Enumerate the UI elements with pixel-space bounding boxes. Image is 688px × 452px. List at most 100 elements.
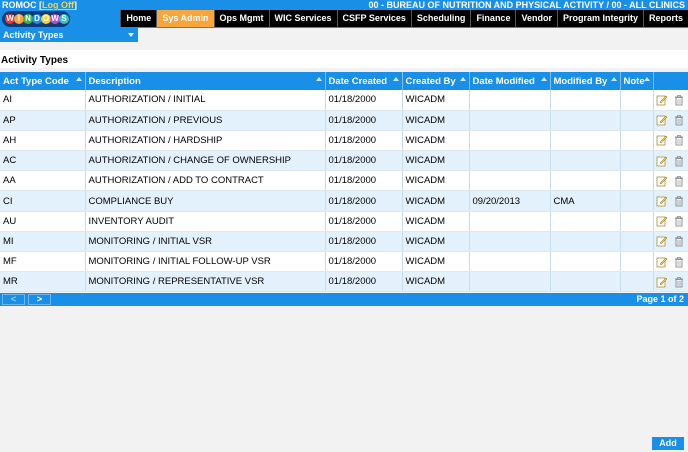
table-row[interactable]: AU INVENTORY AUDIT 01/18/2000 WICADM	[0, 211, 688, 232]
table-row[interactable]: CI COMPLIANCE BUY 01/18/2000 WICADM 09/20/20…	[0, 190, 688, 212]
header-line: ROMOC [Log Off] 00 - BUREAU OF NUTRITION…	[0, 0, 688, 10]
nav-program-integrity[interactable]: Program Integrity	[556, 10, 643, 27]
cell-date-modified	[469, 170, 551, 192]
cell-date-created: 01/18/2000	[325, 231, 403, 253]
table-row[interactable]: AP AUTHORIZATION / PREVIOUS 01/18/2000 WICA…	[0, 110, 688, 131]
trash-icon[interactable]	[673, 235, 685, 247]
nav-home[interactable]: Home	[120, 10, 156, 27]
cell-note	[620, 90, 654, 111]
cell-note	[620, 110, 654, 131]
cell-date-created: 01/18/2000	[325, 90, 403, 111]
cell-created-by: WICADM	[402, 190, 470, 212]
trash-icon[interactable]	[673, 276, 685, 288]
prev-page-button[interactable]: <	[2, 294, 25, 305]
trash-icon[interactable]	[673, 175, 685, 187]
cell-date-modified	[469, 110, 551, 131]
column-header-act-type-code[interactable]: Act Type Code	[0, 72, 86, 90]
edit-icon[interactable]	[656, 175, 668, 187]
cell-act-type-code: CI	[0, 190, 86, 212]
cell-date-created: 01/18/2000	[325, 251, 403, 273]
cell-modified-by	[550, 150, 621, 172]
column-header-actions	[653, 72, 688, 90]
cell-note	[620, 211, 654, 232]
row-actions	[653, 190, 688, 212]
row-actions	[653, 251, 688, 273]
trash-icon[interactable]	[673, 134, 685, 146]
edit-icon[interactable]	[656, 114, 668, 126]
table-row[interactable]: AH AUTHORIZATION / HARDSHIP 01/18/2000 WICA…	[0, 130, 688, 152]
cell-date-modified	[469, 130, 551, 152]
column-header-date-modified[interactable]: Date Modified	[469, 72, 551, 90]
sort-icon	[392, 77, 399, 81]
cell-date-created: 01/18/2000	[325, 130, 403, 152]
column-header-label: Act Type Code	[3, 75, 69, 87]
column-header-description[interactable]: Description	[85, 72, 326, 90]
edit-icon[interactable]	[656, 195, 668, 207]
cell-description: AUTHORIZATION / PREVIOUS	[85, 110, 326, 131]
column-header-created-by[interactable]: Created By	[402, 72, 470, 90]
nav-sys-admin[interactable]: Sys Admin	[156, 10, 214, 27]
edit-icon[interactable]	[656, 94, 668, 106]
edit-icon[interactable]	[656, 276, 668, 288]
cell-description: AUTHORIZATION / HARDSHIP	[85, 130, 326, 152]
table-row[interactable]: AI AUTHORIZATION / INITIAL 01/18/2000 WICAD…	[0, 90, 688, 111]
nav-csfp-services[interactable]: CSFP Services	[336, 10, 411, 27]
column-header-date-created[interactable]: Date Created	[325, 72, 403, 90]
table-row[interactable]: MR MONITORING / REPRESENTATIVE VSR 01/18/2…	[0, 271, 688, 293]
sort-icon	[540, 77, 547, 81]
cell-date-modified: 09/20/2013	[469, 190, 551, 212]
edit-icon[interactable]	[656, 155, 668, 167]
row-actions	[653, 150, 688, 172]
table-header-row: Act Type Code Description Date Created Crea…	[0, 72, 688, 90]
column-header-label: Created By	[405, 75, 456, 87]
trash-icon[interactable]	[673, 114, 685, 126]
next-page-button[interactable]: >	[28, 294, 51, 305]
cell-description: AUTHORIZATION / CHANGE OF OWNERSHIP	[85, 150, 326, 172]
table-row[interactable]: AA AUTHORIZATION / ADD TO CONTRACT 01/18/2…	[0, 170, 688, 192]
add-button[interactable]: Add	[652, 437, 684, 450]
sort-icon	[459, 77, 466, 81]
edit-icon[interactable]	[656, 256, 668, 268]
column-header-modified-by[interactable]: Modified By	[550, 72, 621, 90]
cell-date-created: 01/18/2000	[325, 271, 403, 293]
cell-description: COMPLIANCE BUY	[85, 190, 326, 212]
trash-icon[interactable]	[673, 155, 685, 167]
cell-date-modified	[469, 271, 551, 293]
logoff-link[interactable]: Log Off	[42, 0, 74, 10]
cell-note	[620, 251, 654, 273]
cell-act-type-code: MR	[0, 271, 86, 293]
module-select[interactable]: Activity Types	[0, 28, 138, 42]
edit-icon[interactable]	[656, 134, 668, 146]
app-logo: WINDOWS	[2, 11, 70, 27]
trash-icon[interactable]	[673, 215, 685, 227]
row-actions	[653, 271, 688, 293]
main-nav: Home Sys Admin Ops Mgmt WIC Services CSFP Se…	[120, 10, 688, 27]
nav-finance[interactable]: Finance	[470, 10, 515, 27]
cell-note	[620, 170, 654, 192]
cell-act-type-code: AP	[0, 110, 86, 131]
top-bar: ROMOC [Log Off] 00 - BUREAU OF NUTRITION…	[0, 0, 688, 28]
nav-wic-services[interactable]: WIC Services	[268, 10, 337, 27]
sort-icon	[75, 77, 82, 81]
nav-vendor[interactable]: Vendor	[515, 10, 557, 27]
trash-icon[interactable]	[673, 94, 685, 106]
table-row[interactable]: MF MONITORING / INITIAL FOLLOW-UP VSR 01/1…	[0, 251, 688, 273]
column-header-note[interactable]: Note	[620, 72, 654, 90]
cell-note	[620, 130, 654, 152]
cell-date-modified	[469, 90, 551, 111]
trash-icon[interactable]	[673, 195, 685, 207]
cell-modified-by	[550, 170, 621, 192]
table-row[interactable]: AC AUTHORIZATION / CHANGE OF OWNERSHIP 01/…	[0, 150, 688, 172]
trash-icon[interactable]	[673, 256, 685, 268]
page-title: Activity Types	[0, 50, 688, 68]
nav-ops-mgmt[interactable]: Ops Mgmt	[213, 10, 269, 27]
nav-reports[interactable]: Reports	[642, 10, 688, 27]
row-actions	[653, 130, 688, 152]
sort-icon	[643, 77, 650, 81]
nav-scheduling[interactable]: Scheduling	[410, 10, 471, 27]
edit-icon[interactable]	[656, 215, 668, 227]
cell-act-type-code: AA	[0, 170, 86, 192]
table-row[interactable]: MI MONITORING / INITIAL VSR 01/18/2000 WICA…	[0, 231, 688, 253]
cell-created-by: WICADM	[402, 271, 470, 293]
edit-icon[interactable]	[656, 235, 668, 247]
